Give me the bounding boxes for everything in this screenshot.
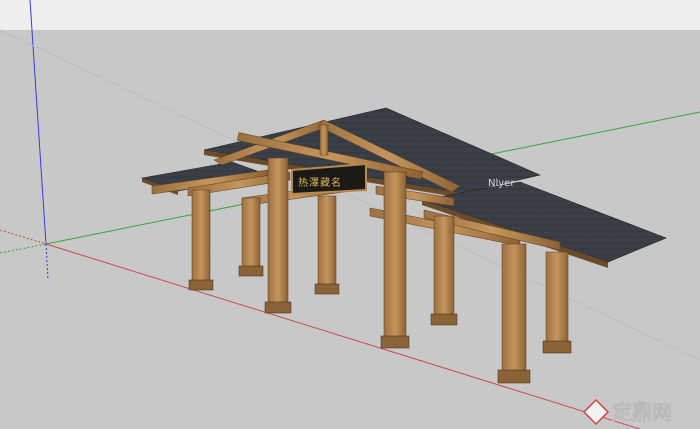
green-axis-dotted [0, 243, 47, 254]
column [188, 189, 214, 291]
plaque-text: 热澤藏名 [298, 176, 342, 189]
center-watermark: Nlyer [488, 178, 515, 189]
column [238, 197, 264, 277]
column [314, 195, 340, 295]
brand-text: 定鼎网 [612, 400, 672, 424]
model-canvas[interactable]: 热澤藏名 Nlyer 定鼎网 [0, 0, 700, 429]
column [542, 251, 572, 354]
column [497, 243, 531, 384]
blue-axis [29, 0, 47, 245]
column [264, 157, 292, 314]
ground-guide [0, 29, 700, 361]
blue-axis-dotted [45, 243, 49, 281]
brand-logo-icon [582, 398, 610, 426]
column [380, 171, 410, 349]
name-plaque: 热澤藏名 [291, 162, 367, 196]
sketchup-viewport[interactable]: 热澤藏名 Nlyer 定鼎网 [0, 0, 700, 429]
column [430, 215, 458, 326]
brand-watermark: 定鼎网 [582, 398, 672, 426]
red-axis-dotted [0, 229, 47, 245]
